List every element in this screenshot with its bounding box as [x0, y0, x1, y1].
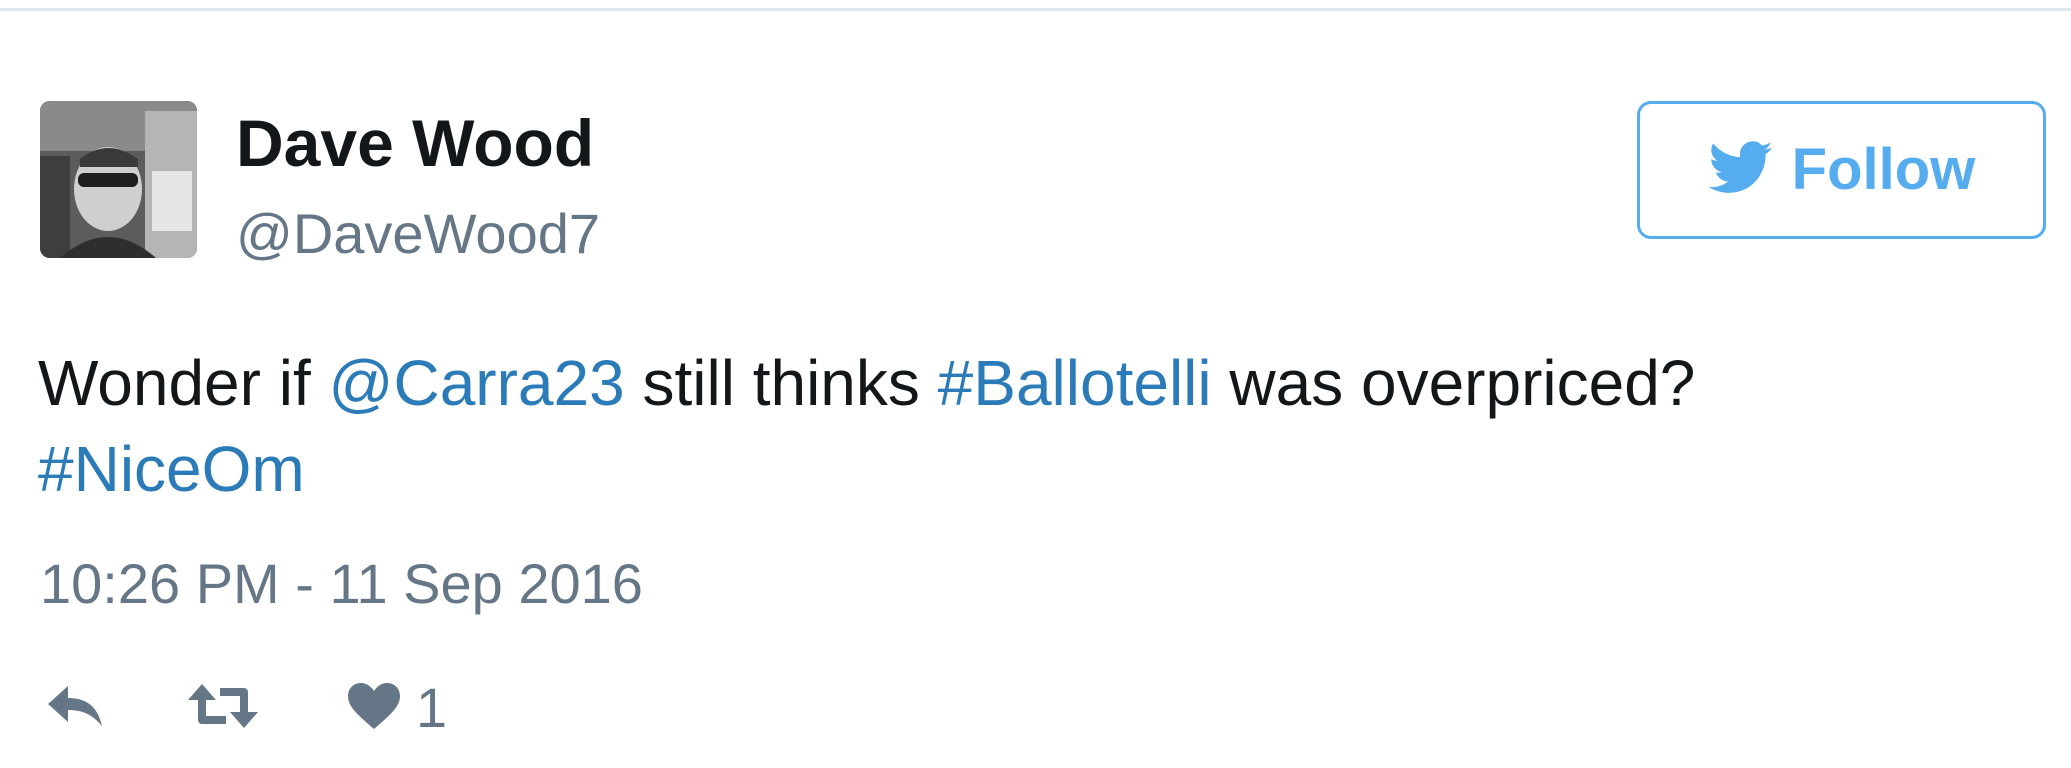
tweet-text-segment: was overpriced?: [1211, 347, 1696, 419]
tweet-text-segment: still thinks: [624, 347, 938, 419]
tweet-timestamp[interactable]: 10:26 PM - 11 Sep 2016: [40, 556, 643, 612]
avatar-image: [40, 101, 197, 258]
tweet-card: Dave Wood @DaveWood7 Follow Wonder if @C…: [0, 0, 2071, 768]
heart-icon: [346, 681, 402, 736]
hashtag-link[interactable]: #Ballotelli: [938, 347, 1212, 419]
divider: [0, 8, 2071, 11]
retweet-button[interactable]: [186, 680, 260, 737]
reply-button[interactable]: [44, 682, 108, 735]
twitter-bird-icon: [1708, 140, 1774, 200]
follow-label: Follow: [1791, 137, 1976, 202]
display-name[interactable]: Dave Wood: [236, 110, 594, 176]
reply-icon: [44, 682, 108, 735]
user-handle[interactable]: @DaveWood7: [236, 206, 600, 262]
hashtag-link[interactable]: #NiceOm: [38, 433, 305, 505]
tweet-text-segment: Wonder if: [38, 347, 329, 419]
tweet-actions: 1: [44, 676, 447, 740]
like-count: 1: [416, 676, 448, 739]
avatar[interactable]: [40, 101, 197, 258]
like-button[interactable]: 1: [346, 680, 447, 736]
tweet-text: Wonder if @Carra23 still thinks #Ballote…: [38, 340, 2018, 512]
follow-button[interactable]: Follow: [1637, 101, 2046, 239]
retweet-icon: [186, 680, 260, 737]
mention-link[interactable]: @Carra23: [329, 347, 625, 419]
